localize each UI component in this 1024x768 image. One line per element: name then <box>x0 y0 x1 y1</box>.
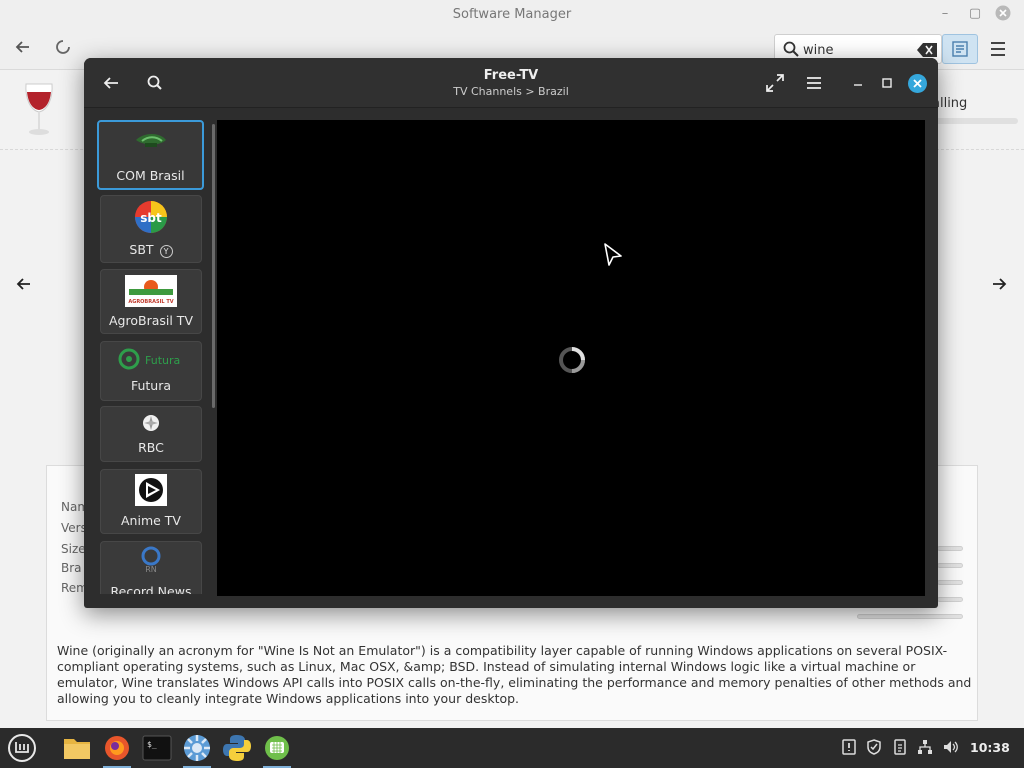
shield-icon[interactable] <box>865 738 883 756</box>
loading-spinner-icon <box>56 40 70 54</box>
sm-app-description: Wine (originally an acronym for "Wine Is… <box>57 643 972 706</box>
search-icon <box>783 41 799 57</box>
update-manager-icon[interactable] <box>840 738 858 756</box>
python-icon <box>223 735 251 761</box>
video-player[interactable] <box>217 120 925 596</box>
channel-item-agrobrasil-tv[interactable]: AGROBRASIL TV AgroBrasil TV <box>100 269 202 334</box>
freetv-window: Free-TV TV Channels > Brazil COM Brasil <box>84 58 938 608</box>
freetv-close-button[interactable] <box>908 74 927 93</box>
freetv-fullscreen-button[interactable] <box>762 70 788 96</box>
close-icon <box>995 5 1011 21</box>
network-icon[interactable] <box>916 738 934 756</box>
minimize-icon <box>854 84 862 86</box>
detail-value-placeholder <box>937 546 963 551</box>
detail-label-branch: Bra <box>61 561 82 575</box>
channel-item-rbc[interactable]: RBC <box>100 406 202 462</box>
agrobrasil-logo-icon: AGROBRASIL TV <box>125 275 177 307</box>
mouse-pointer-icon <box>604 243 622 266</box>
taskbar-python[interactable] <box>219 731 255 765</box>
sm-install-progress <box>932 118 1018 124</box>
channel-item-futura[interactable]: Futura Futura <box>100 341 202 401</box>
sbt-logo-icon: sbt <box>135 201 167 233</box>
channel-label: Record News <box>110 584 192 594</box>
sm-window-title: Software Manager <box>452 7 572 22</box>
channel-label-text: SBT <box>129 242 154 257</box>
com-brasil-logo-icon <box>135 134 166 147</box>
svg-text:RN: RN <box>145 565 157 574</box>
freetv-icon <box>265 736 289 760</box>
channel-label: SBT Y <box>101 242 201 258</box>
firefox-icon <box>105 736 129 760</box>
svg-text:AGROBRASIL TV: AGROBRASIL TV <box>128 299 173 305</box>
channel-label: RBC <box>138 440 164 455</box>
taskbar-firefox[interactable] <box>99 731 135 768</box>
sm-menu-button[interactable] <box>988 40 1014 60</box>
sm-close-button[interactable] <box>994 5 1012 23</box>
channel-item-record-news[interactable]: RN Record News <box>100 541 202 594</box>
channel-item-com-brasil[interactable]: COM Brasil <box>97 120 204 190</box>
sm-back-button[interactable] <box>10 38 36 64</box>
freetv-menu-button[interactable] <box>801 70 827 96</box>
start-menu-button[interactable] <box>4 731 40 765</box>
futura-logo-icon: Futura <box>118 348 180 370</box>
arrow-left-icon <box>16 278 30 290</box>
clear-text-icon[interactable] <box>917 43 937 57</box>
clipboard-icon[interactable] <box>891 738 909 756</box>
terminal-icon: $_ <box>142 735 172 761</box>
freetv-maximize-button[interactable] <box>874 70 900 96</box>
wine-glass-icon <box>25 83 53 135</box>
anime-tv-logo-icon <box>135 474 167 506</box>
taskbar-freetv[interactable] <box>259 731 295 768</box>
sm-titlebar: Software Manager – ▢ <box>0 0 1024 30</box>
loading-spinner-icon <box>559 347 585 373</box>
close-icon <box>913 79 922 88</box>
taskbar: $_ 10:38 <box>0 728 1024 768</box>
youtube-badge-icon: Y <box>159 245 173 258</box>
sm-screenshot-prev-button[interactable] <box>13 275 35 293</box>
freetv-headerbar: Free-TV TV Channels > Brazil <box>84 58 938 108</box>
sm-maximize-button[interactable]: ▢ <box>966 5 984 23</box>
channel-list: COM Brasil sbt SBT Y AGROBRASIL TV AgroB… <box>96 118 204 594</box>
rbc-logo-icon <box>143 415 159 431</box>
detail-value-placeholder <box>937 580 963 585</box>
channel-item-sbt[interactable]: sbt SBT Y <box>100 195 202 263</box>
svg-text:sbt: sbt <box>140 211 162 225</box>
record-news-logo-icon: RN <box>141 546 161 574</box>
taskbar-software-manager[interactable] <box>179 731 215 768</box>
fullscreen-icon <box>766 74 784 92</box>
detail-value-placeholder <box>857 614 963 619</box>
back-arrow-icon <box>15 41 29 53</box>
taskbar-terminal[interactable]: $_ <box>139 731 175 765</box>
arrow-right-icon <box>993 278 1007 290</box>
channel-list-scrollbar[interactable] <box>212 124 215 408</box>
channel-label: Futura <box>130 378 172 393</box>
sm-minimize-button[interactable]: – <box>936 5 954 23</box>
volume-icon[interactable] <box>942 738 960 756</box>
sm-refresh-button[interactable] <box>50 38 76 64</box>
software-manager-icon <box>184 735 210 761</box>
sm-screenshot-next-button[interactable] <box>988 275 1010 293</box>
channel-item-anime-tv[interactable]: Anime TV <box>100 469 202 534</box>
taskbar-files[interactable] <box>59 731 95 765</box>
folder-icon <box>64 739 90 759</box>
svg-text:$_: $_ <box>147 740 157 749</box>
channel-label: Anime TV <box>121 513 181 528</box>
taskbar-clock[interactable]: 10:38 <box>970 740 1010 755</box>
list-icon <box>952 41 968 57</box>
sm-search-input[interactable] <box>803 40 903 60</box>
maximize-icon <box>882 78 892 88</box>
hamburger-menu-icon <box>991 42 1005 56</box>
svg-text:Futura: Futura <box>145 354 180 367</box>
detail-label-size: Size <box>61 542 86 556</box>
detail-value-placeholder <box>937 597 963 602</box>
sm-installed-list-button[interactable] <box>942 34 978 64</box>
detail-label-version: Vers <box>61 521 87 535</box>
freetv-minimize-button[interactable] <box>845 70 871 96</box>
channel-label: COM Brasil <box>116 168 185 183</box>
mint-menu-icon <box>8 734 36 762</box>
hamburger-menu-icon <box>807 77 821 89</box>
detail-value-placeholder <box>937 563 963 568</box>
channel-label: AgroBrasil TV <box>109 313 193 328</box>
